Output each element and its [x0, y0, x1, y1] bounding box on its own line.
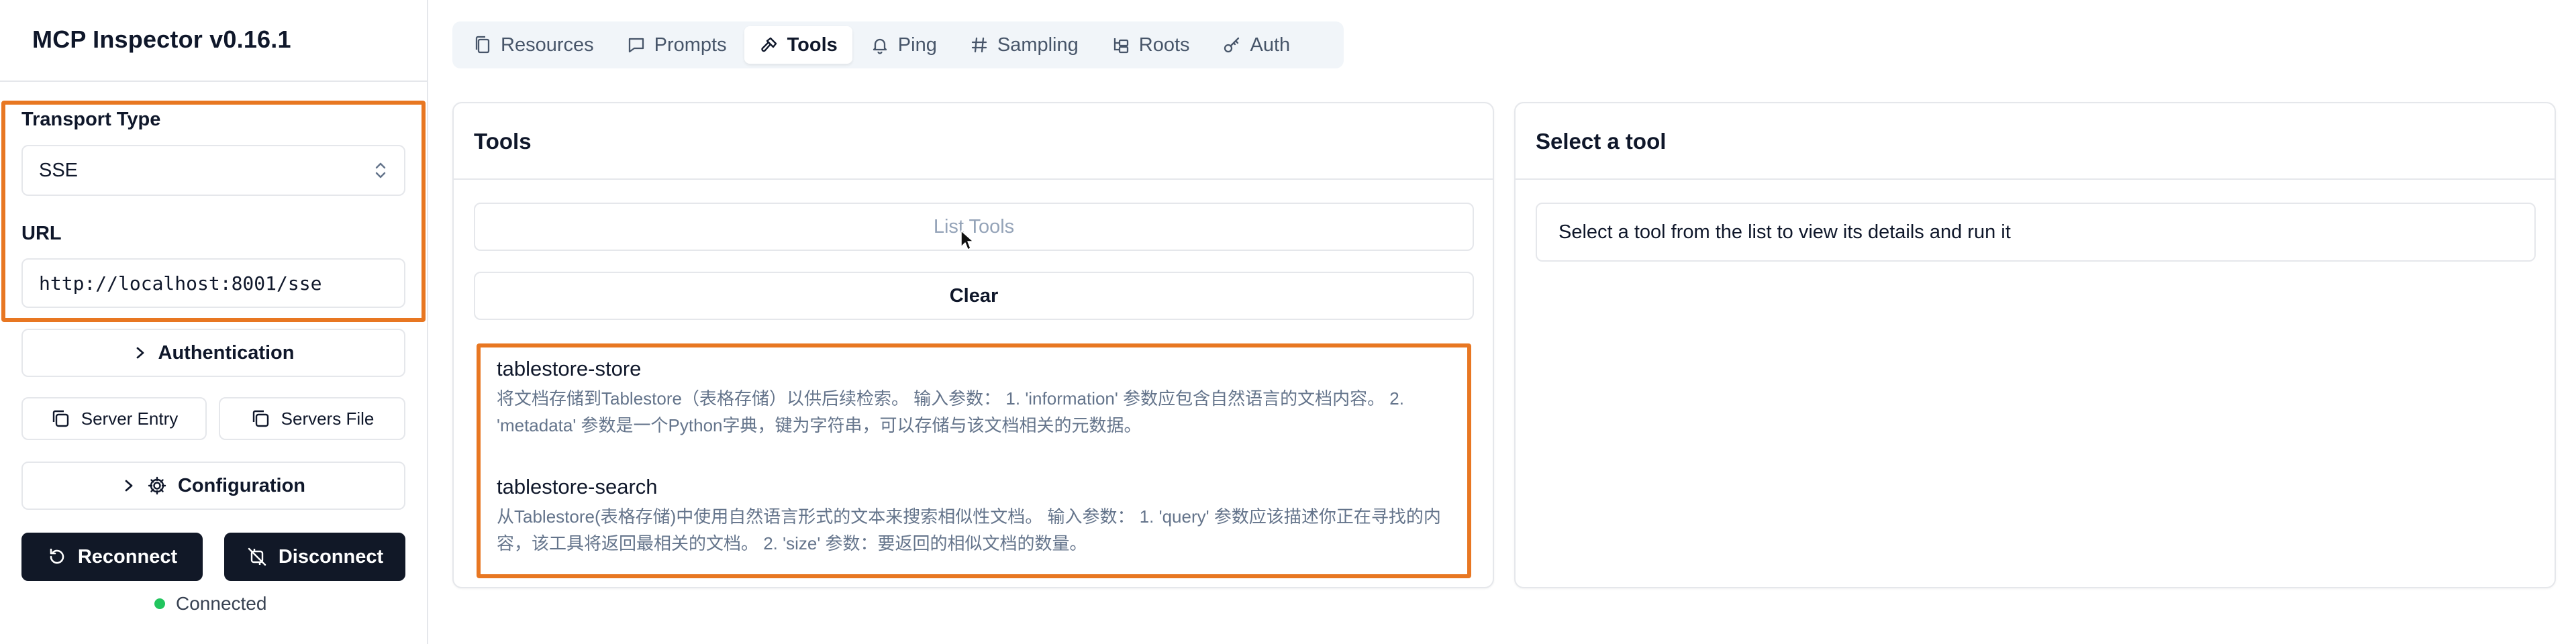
tab-label: Prompts — [654, 34, 727, 56]
server-entry-label: Server Entry — [81, 408, 179, 429]
copy-icon — [52, 410, 68, 427]
configuration-label: Configuration — [177, 474, 306, 496]
transport-type-value: SSE — [39, 160, 79, 181]
tools-panel: Tools List Tools Clear tablestore-store … — [452, 102, 1494, 588]
server-entry-button[interactable]: Server Entry — [21, 397, 207, 440]
mouse-cursor-icon — [960, 230, 974, 250]
tab-resources[interactable]: Resources — [458, 26, 609, 64]
authentication-button[interactable]: Authentication — [21, 329, 405, 377]
panel-divider — [1516, 178, 2555, 180]
tool-item-tablestore-search[interactable]: tablestore-search 从Tablestore(表格存储)中使用自然… — [497, 475, 1450, 557]
tab-sampling[interactable]: Sampling — [954, 26, 1093, 64]
status-dot — [154, 598, 165, 609]
app-title: MCP Inspector v0.16.1 — [32, 25, 291, 53]
chevron-up-down-icon — [375, 162, 386, 178]
chevron-right-icon — [125, 480, 133, 492]
key-icon — [1224, 37, 1239, 53]
servers-file-button[interactable]: Servers File — [219, 397, 405, 440]
tab-label: Ping — [897, 34, 937, 56]
tab-roots[interactable]: Roots — [1096, 26, 1205, 64]
panel-divider — [454, 178, 1493, 180]
tab-label: Resources — [501, 34, 594, 56]
servers-file-label: Servers File — [281, 408, 375, 429]
tab-auth[interactable]: Auth — [1207, 26, 1305, 64]
tab-label: Auth — [1250, 34, 1291, 56]
file-icon — [475, 36, 490, 54]
tools-list: tablestore-store 将文档存储到Tablestore（表格存储）以… — [477, 343, 1471, 578]
tool-detail-panel: Select a tool Select a tool from the lis… — [1514, 102, 2556, 588]
hammer-icon — [760, 37, 777, 52]
tab-label: Roots — [1138, 34, 1190, 56]
url-input[interactable] — [21, 258, 405, 308]
rotate-icon — [50, 548, 64, 564]
bell-icon — [873, 38, 887, 54]
sidebar: MCP Inspector v0.16.1 Transport Type SSE… — [0, 0, 428, 644]
tool-item-tablestore-store[interactable]: tablestore-store 将文档存储到Tablestore（表格存储）以… — [497, 357, 1450, 439]
disconnect-button[interactable]: Disconnect — [224, 533, 405, 581]
message-icon — [628, 38, 644, 53]
authentication-label: Authentication — [158, 341, 295, 364]
gear-icon — [148, 476, 166, 495]
detail-hint-text: Select a tool from the list to view its … — [1558, 221, 2011, 243]
sidebar-divider — [0, 80, 428, 82]
connection-status: Connected — [176, 593, 267, 614]
tools-panel-title: Tools — [474, 129, 532, 154]
transport-type-label: Transport Type — [21, 109, 161, 130]
transport-type-select[interactable]: SSE — [21, 145, 405, 196]
tool-name: tablestore-store — [497, 357, 642, 380]
detail-hint-box: Select a tool from the list to view its … — [1536, 203, 2536, 262]
reconnect-label: Reconnect — [77, 545, 178, 568]
copy-icon — [252, 410, 268, 427]
unplug-icon — [248, 547, 266, 566]
tab-label: Sampling — [997, 34, 1079, 56]
tab-ping[interactable]: Ping — [855, 26, 952, 64]
clear-button[interactable]: Clear — [474, 272, 1474, 320]
detail-panel-title: Select a tool — [1536, 129, 1667, 154]
tab-prompts[interactable]: Prompts — [611, 26, 742, 64]
tab-label: Tools — [787, 34, 838, 56]
hash-icon — [971, 37, 987, 53]
chevron-right-icon — [136, 347, 144, 359]
tool-description: 将文档存储到Tablestore（表格存储）以供后续检索。 输入参数： 1. '… — [497, 388, 1404, 435]
reconnect-button[interactable]: Reconnect — [21, 533, 203, 581]
url-label: URL — [21, 223, 62, 244]
configuration-button[interactable]: Configuration — [21, 462, 405, 510]
tab-bar: Resources Prompts Tools Ping Sampling Ro… — [452, 21, 1344, 68]
tool-name: tablestore-search — [497, 475, 658, 498]
tool-description: 从Tablestore(表格存储)中使用自然语言形式的文本来搜索相似性文档。 输… — [497, 506, 1441, 553]
tab-tools[interactable]: Tools — [744, 26, 852, 64]
folder-tree-icon — [1113, 38, 1128, 54]
disconnect-label: Disconnect — [278, 545, 384, 568]
